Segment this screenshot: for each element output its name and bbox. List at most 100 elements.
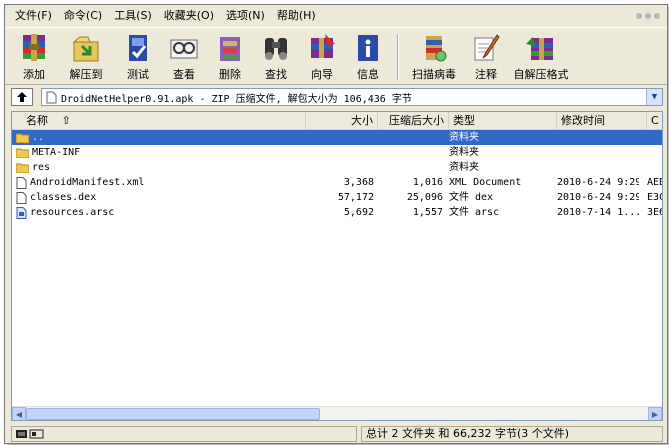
sfx-label: 自解压格式 <box>513 68 569 81</box>
find-button[interactable]: 查找 <box>253 32 299 82</box>
view-label: 查看 <box>173 68 195 81</box>
file-name: classes.dex <box>30 192 97 203</box>
view-icon <box>170 39 198 59</box>
status-summary: 总计 2 文件夹 和 66,232 字节(3 个文件) <box>361 426 663 442</box>
toolbar: 添加 解压到 测试 查看 删除 查找 向导 信息 扫描病毒 注释 自解压格式 <box>5 27 667 85</box>
extract-to-button[interactable]: 解压到 <box>57 32 115 82</box>
horizontal-scrollbar[interactable]: ◀ ▶ <box>12 406 662 420</box>
file-modified <box>557 130 639 145</box>
menu-options[interactable]: 选项(N) <box>220 7 271 25</box>
resource-file-icon <box>16 206 27 219</box>
address-bar[interactable]: DroidNetHelper0.91.apk - ZIP 压缩文件, 解包大小为… <box>41 88 663 106</box>
scroll-left-button[interactable]: ◀ <box>12 407 26 420</box>
file-modified: 2010-6-24 9:29 <box>557 192 639 203</box>
file-type: XML Document <box>449 177 522 188</box>
comment-label: 注释 <box>475 68 497 81</box>
file-size <box>306 160 374 175</box>
column-modified-label: 修改时间 <box>561 114 605 127</box>
file-packed-size: 25,096 <box>406 192 443 203</box>
file-name: resources.arsc <box>30 207 115 218</box>
drive-status-icon <box>16 429 44 439</box>
table-row[interactable]: AndroidManifest.xml 3,368 1,016 XML Docu… <box>12 175 662 190</box>
column-type-header[interactable]: 类型 <box>449 112 557 130</box>
file-type: 文件 dex <box>449 192 494 203</box>
column-size-header[interactable]: 大小 <box>306 112 378 130</box>
sfx-button[interactable]: 自解压格式 <box>509 32 573 82</box>
column-name-header[interactable]: 名称 ⇧ <box>12 112 306 130</box>
table-row[interactable]: res 资料夹 <box>12 160 662 175</box>
sort-ascending-icon: ⇧ <box>61 114 71 127</box>
file-modified: 2010-7-14 1... <box>557 207 639 218</box>
file-list[interactable]: 名称 ⇧ 大小 压缩后大小 类型 修改时间 C .. 资料夹 META-INF … <box>11 111 663 421</box>
menu-favorites[interactable]: 收藏夹(O) <box>158 7 220 25</box>
address-dropdown-button[interactable]: ▼ <box>646 89 662 105</box>
scrollbar-thumb[interactable] <box>26 408 320 420</box>
folder-icon <box>16 163 29 173</box>
add-button[interactable]: 添加 <box>11 32 57 82</box>
file-packed-size <box>376 130 443 145</box>
column-modified-header[interactable]: 修改时间 <box>557 112 647 130</box>
delete-button[interactable]: 删除 <box>207 32 253 82</box>
address-text: DroidNetHelper0.91.apk - ZIP 压缩文件, 解包大小为… <box>61 93 412 105</box>
wizard-label: 向导 <box>311 68 333 81</box>
table-row[interactable]: .. 资料夹 <box>12 130 662 145</box>
find-label: 查找 <box>265 68 287 81</box>
menu-bar: 文件(F) 命令(C) 工具(S) 收藏夹(O) 选项(N) 帮助(H) <box>5 5 667 27</box>
menu-grip-icon <box>635 8 661 24</box>
arrow-left-icon: ◀ <box>15 409 23 419</box>
file-type: 资料夹 <box>449 132 479 143</box>
sfx-icon <box>526 37 553 60</box>
scroll-right-button[interactable]: ▶ <box>648 407 662 420</box>
column-packed-header[interactable]: 压缩后大小 <box>378 112 449 130</box>
wizard-button[interactable]: 向导 <box>299 32 345 82</box>
file-size: 3,368 <box>343 177 374 188</box>
status-bar: 总计 2 文件夹 和 66,232 字节(3 个文件) <box>5 425 667 443</box>
scan-virus-button[interactable]: 扫描病毒 <box>405 32 463 82</box>
file-modified: 2010-6-24 9:29 <box>557 177 639 188</box>
test-button[interactable]: 测试 <box>115 32 161 82</box>
delete-label: 删除 <box>219 68 241 81</box>
file-list-header: 名称 ⇧ 大小 压缩后大小 类型 修改时间 C <box>12 112 662 130</box>
info-button[interactable]: 信息 <box>345 32 391 82</box>
file-rows: .. 资料夹 META-INF 资料夹 res 资料夹 AndroidManif… <box>12 130 662 220</box>
add-label: 添加 <box>23 68 45 81</box>
scan-virus-icon <box>426 36 447 62</box>
up-arrow-icon <box>17 92 27 102</box>
table-row[interactable]: META-INF 资料夹 <box>12 145 662 160</box>
info-icon <box>358 35 378 61</box>
view-button[interactable]: 查看 <box>161 32 207 82</box>
file-packed-size <box>376 145 443 160</box>
column-crc-header[interactable]: C <box>647 112 662 130</box>
scan-virus-label: 扫描病毒 <box>412 68 456 81</box>
file-modified <box>557 145 639 160</box>
menu-tools[interactable]: 工具(S) <box>108 7 158 25</box>
file-size <box>306 145 374 160</box>
table-row[interactable]: classes.dex 57,172 25,096 文件 dex 2010-6-… <box>12 190 662 205</box>
file-crc <box>647 130 662 145</box>
up-folder-button[interactable] <box>11 88 33 106</box>
status-drive-cell <box>11 426 357 442</box>
table-row[interactable]: resources.arsc 5,692 1,557 文件 arsc 2010-… <box>12 205 662 220</box>
file-type: 资料夹 <box>449 162 479 173</box>
comment-button[interactable]: 注释 <box>463 32 509 82</box>
toolbar-separator <box>397 34 399 80</box>
column-type-label: 类型 <box>453 114 475 127</box>
file-crc <box>647 145 662 160</box>
file-name: AndroidManifest.xml <box>30 177 145 188</box>
column-size-label: 大小 <box>351 114 373 127</box>
column-name-label: 名称 <box>26 114 48 127</box>
wizard-icon <box>311 34 335 58</box>
file-packed-size <box>376 160 443 175</box>
menu-commands[interactable]: 命令(C) <box>58 7 108 25</box>
document-icon <box>16 176 27 189</box>
file-modified <box>557 160 639 175</box>
menu-help[interactable]: 帮助(H) <box>271 7 322 25</box>
column-packed-label: 压缩后大小 <box>389 114 444 127</box>
menu-file[interactable]: 文件(F) <box>9 7 58 25</box>
comment-icon <box>474 34 500 61</box>
extract-to-label: 解压到 <box>69 68 103 81</box>
file-type: 文件 arsc <box>449 207 500 218</box>
add-archive-icon <box>23 34 45 61</box>
archive-file-icon <box>46 91 57 103</box>
arrow-right-icon: ▶ <box>651 409 659 419</box>
